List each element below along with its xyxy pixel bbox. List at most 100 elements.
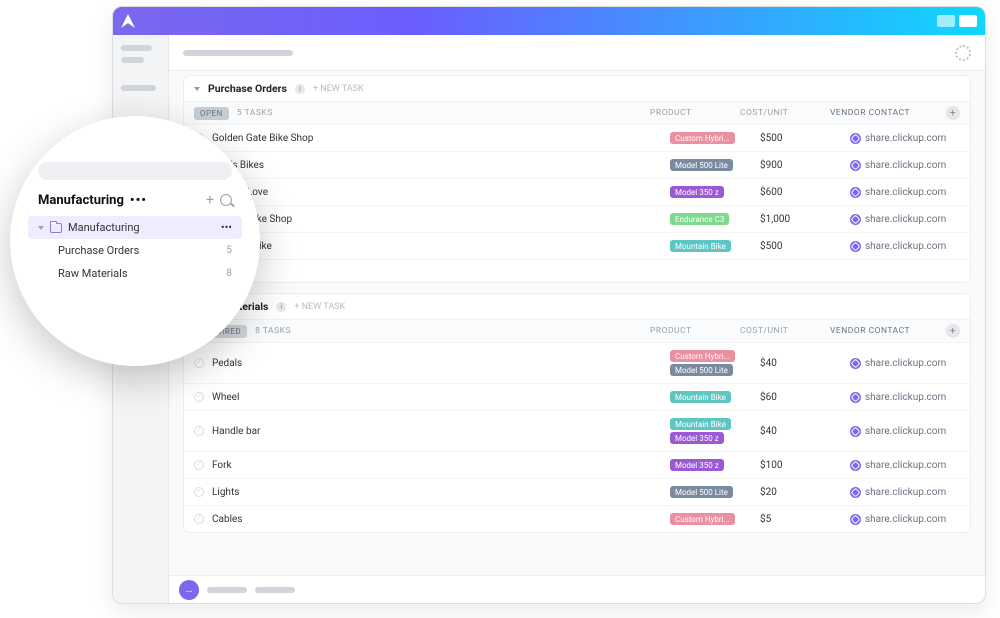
add-icon[interactable]: + bbox=[206, 192, 214, 208]
product-cell: Model 350 z bbox=[670, 459, 760, 471]
product-tag[interactable]: Model 500 Lite bbox=[670, 159, 733, 171]
vendor-cell[interactable]: share.clickup.com bbox=[850, 160, 960, 171]
vendor-cell[interactable]: share.clickup.com bbox=[850, 214, 960, 225]
task-row[interactable]: Rainbow BikeMountain Bike$500share.click… bbox=[184, 233, 970, 260]
sidebar-item-label: Raw Materials bbox=[58, 267, 128, 280]
task-row[interactable]: CablesCustom Hybri... $5share.clickup.com bbox=[184, 506, 970, 532]
col-vendor: VENDOR CONTACT bbox=[830, 108, 940, 118]
sidebar-space-title: Manufacturing bbox=[38, 193, 124, 208]
link-icon bbox=[850, 392, 861, 403]
task-row[interactable]: ForkModel 350 z$100share.clickup.com bbox=[184, 452, 970, 479]
task-row[interactable]: Handle barMountain Bike Model 350 z $40sha… bbox=[184, 411, 970, 452]
status-checkbox[interactable] bbox=[194, 392, 204, 402]
status-checkbox[interactable] bbox=[194, 460, 204, 470]
window-controls[interactable] bbox=[937, 15, 977, 27]
cost-cell: $20 bbox=[760, 487, 850, 498]
status-checkbox[interactable] bbox=[194, 358, 204, 368]
vendor-cell[interactable]: share.clickup.com bbox=[850, 133, 960, 144]
product-tag[interactable]: Model 500 Lite bbox=[670, 486, 733, 498]
task-count: 5 TASKS bbox=[237, 108, 273, 118]
product-tag[interactable]: Model 500 Lite bbox=[670, 364, 733, 376]
vendor-cell[interactable]: share.clickup.com bbox=[850, 358, 960, 369]
settings-icon[interactable] bbox=[955, 45, 971, 61]
collapse-icon[interactable] bbox=[194, 87, 200, 91]
product-tag[interactable]: Endurance C3 bbox=[670, 213, 729, 225]
task-name: Golden Gate Bike Shop bbox=[212, 133, 670, 144]
item-count: 5 bbox=[226, 245, 232, 256]
status-checkbox[interactable] bbox=[194, 487, 204, 497]
task-name: Pedals bbox=[212, 358, 670, 369]
link-icon bbox=[850, 187, 861, 198]
vendor-cell[interactable]: share.clickup.com bbox=[850, 392, 960, 403]
add-column-button[interactable]: + bbox=[946, 324, 960, 338]
vendor-cell[interactable]: share.clickup.com bbox=[850, 487, 960, 498]
product-cell: Custom Hybri... bbox=[670, 132, 760, 144]
group-header[interactable]: Purchase Ordersi+ NEW TASK bbox=[184, 76, 970, 102]
product-tag[interactable]: Mountain Bike bbox=[670, 418, 731, 430]
task-name: Rick's Bikes bbox=[212, 160, 670, 171]
task-row[interactable]: Rick's BikesModel 500 Lite$900share.clic… bbox=[184, 152, 970, 179]
task-name: Wheel bbox=[212, 392, 670, 403]
sidebar-search[interactable] bbox=[38, 162, 232, 180]
task-row[interactable]: Cycling LoveModel 350 z $600share.clickup… bbox=[184, 179, 970, 206]
vendor-cell[interactable]: share.clickup.com bbox=[850, 460, 960, 471]
vendor-cell[interactable]: share.clickup.com bbox=[850, 514, 960, 525]
task-row[interactable]: Jenna's Bike ShopEndurance C3$1,000share… bbox=[184, 206, 970, 233]
vendor-cell[interactable]: share.clickup.com bbox=[850, 241, 960, 252]
sidebar-item[interactable]: Raw Materials 8 bbox=[28, 262, 242, 285]
product-tag[interactable]: Mountain Bike bbox=[670, 240, 731, 252]
cost-cell: $600 bbox=[760, 187, 850, 198]
search-icon[interactable] bbox=[220, 194, 232, 206]
status-badge[interactable]: OPEN bbox=[194, 107, 229, 120]
sidebar-item[interactable]: Purchase Orders 5 bbox=[28, 239, 242, 262]
info-icon[interactable]: i bbox=[276, 302, 286, 312]
sidebar-item-label: Purchase Orders bbox=[58, 244, 139, 257]
task-row[interactable]: LightsModel 500 Lite$20share.clickup.com bbox=[184, 479, 970, 506]
task-row[interactable]: Golden Gate Bike ShopCustom Hybri...$500… bbox=[184, 125, 970, 152]
product-cell: Custom Hybri... Model 500 Lite bbox=[670, 350, 760, 376]
toolbar bbox=[169, 35, 985, 71]
task-row[interactable]: WheelMountain Bike$60share.clickup.com bbox=[184, 384, 970, 411]
sidebar-item-label: Manufacturing bbox=[68, 221, 140, 234]
product-tag[interactable]: Custom Hybri... bbox=[670, 350, 735, 362]
product-cell: Model 500 Lite bbox=[670, 159, 760, 171]
info-icon[interactable]: i bbox=[295, 84, 305, 94]
product-tag[interactable]: Mountain Bike bbox=[670, 391, 731, 403]
link-icon bbox=[850, 133, 861, 144]
task-row[interactable]: PedalsCustom Hybri...Model 500 Lite$40sh… bbox=[184, 343, 970, 384]
col-product: PRODUCT bbox=[650, 326, 740, 336]
product-tag[interactable]: Custom Hybri... bbox=[670, 513, 735, 525]
link-icon bbox=[850, 426, 861, 437]
vendor-cell[interactable]: share.clickup.com bbox=[850, 426, 960, 437]
new-task-button[interactable]: + NEW TASK bbox=[313, 84, 364, 94]
task-name: Handle bar bbox=[212, 426, 670, 437]
new-task-button[interactable]: + NEW TASK bbox=[294, 302, 345, 312]
chat-button[interactable]: … bbox=[179, 580, 199, 600]
task-name: Rainbow Bike bbox=[212, 241, 670, 252]
cost-cell: $40 bbox=[760, 426, 850, 437]
product-tag[interactable]: Model 350 z bbox=[670, 432, 724, 444]
link-icon bbox=[850, 358, 861, 369]
task-name: Jenna's Bike Shop bbox=[212, 214, 670, 225]
link-icon bbox=[850, 214, 861, 225]
group-header[interactable]: aw Materialsi+ NEW TASK bbox=[184, 294, 970, 320]
product-tag[interactable]: Model 350 z bbox=[670, 459, 724, 471]
add-task-button[interactable]: + ADD TASK bbox=[184, 260, 970, 282]
caret-icon bbox=[38, 226, 44, 230]
product-tag[interactable]: Model 350 z bbox=[670, 186, 724, 198]
status-checkbox[interactable] bbox=[194, 514, 204, 524]
product-cell: Mountain Bike Model 350 z bbox=[670, 418, 760, 444]
col-cost: COST/UNIT bbox=[740, 326, 830, 336]
task-name: Cycling Love bbox=[212, 187, 670, 198]
more-icon[interactable]: ••• bbox=[221, 221, 232, 234]
sidebar-item[interactable]: Manufacturing ••• bbox=[28, 216, 242, 239]
status-checkbox[interactable] bbox=[194, 426, 204, 436]
vendor-cell[interactable]: share.clickup.com bbox=[850, 187, 960, 198]
product-tag[interactable]: Custom Hybri... bbox=[670, 132, 735, 144]
add-column-button[interactable]: + bbox=[946, 106, 960, 120]
more-icon[interactable]: ••• bbox=[130, 193, 147, 208]
product-cell: Model 350 z bbox=[670, 186, 760, 198]
task-name: Cables bbox=[212, 514, 670, 525]
cost-cell: $5 bbox=[760, 514, 850, 525]
item-count: 8 bbox=[226, 268, 232, 279]
